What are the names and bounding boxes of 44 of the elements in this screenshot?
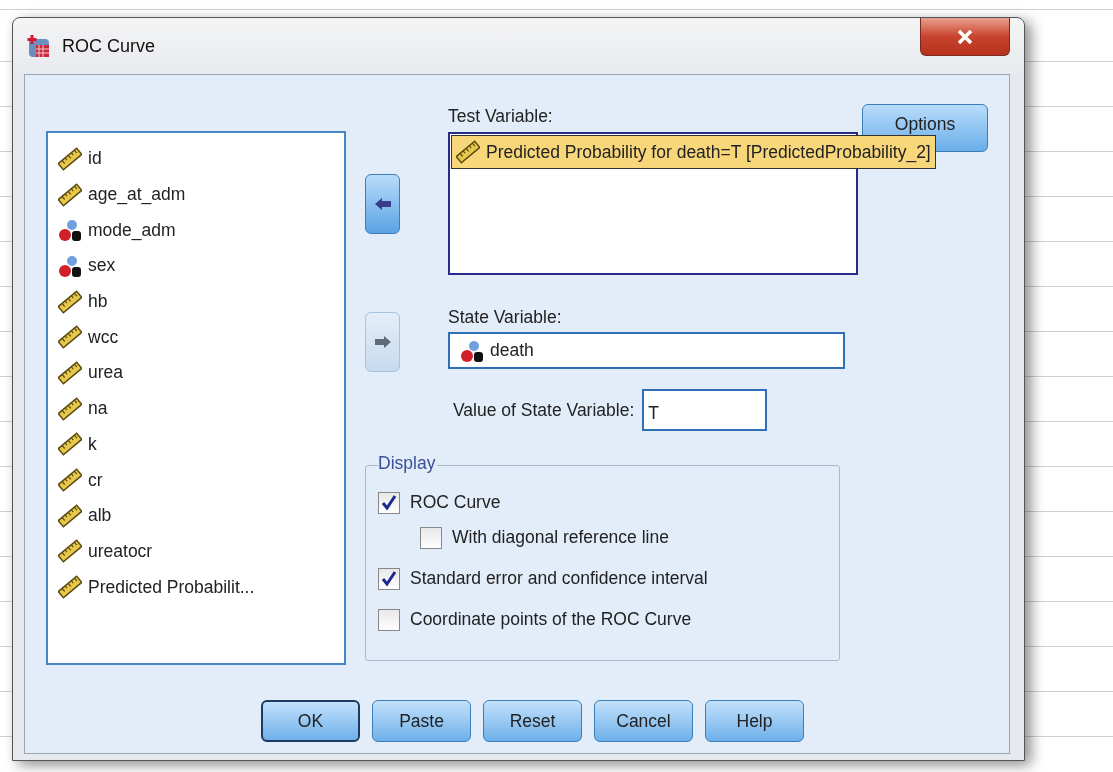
variable-item[interactable]: urea — [58, 355, 344, 391]
checkbox[interactable] — [420, 526, 442, 549]
arrow-icon — [373, 197, 392, 211]
arrow-icon — [373, 335, 392, 349]
checkbox[interactable] — [378, 567, 400, 590]
dialog-button[interactable]: Cancel — [594, 700, 693, 742]
checkmark-icon — [380, 493, 398, 512]
close-button[interactable] — [920, 18, 1010, 56]
checkbox[interactable] — [378, 491, 400, 514]
circles-icon — [58, 253, 82, 278]
checkbox-label[interactable]: With diagonal reference line — [452, 527, 669, 548]
dialog-button[interactable]: OK — [261, 700, 360, 742]
display-group-title: Display — [378, 453, 438, 474]
variable-item[interactable]: na — [58, 390, 344, 427]
variable-item[interactable]: mode_adm — [58, 212, 344, 249]
variable-item[interactable]: sex — [58, 248, 344, 284]
state-variable-field[interactable]: death — [448, 332, 845, 369]
variable-item[interactable]: k — [58, 426, 344, 463]
checkmark-icon — [380, 569, 398, 588]
state-value-field[interactable]: T — [642, 389, 768, 431]
state-value-label: Value of State Variable: — [453, 399, 635, 422]
circles-icon — [460, 338, 484, 363]
variable-item[interactable]: age_at_adm — [58, 176, 344, 213]
dialog-button[interactable]: Help — [705, 700, 804, 742]
variable-item[interactable]: Predicted Probabilit... — [58, 569, 344, 605]
variable-item[interactable]: alb — [58, 497, 344, 534]
checkbox-label[interactable]: ROC Curve — [410, 492, 501, 513]
checkbox-label[interactable]: Standard error and confidence interval — [410, 568, 708, 589]
checkbox[interactable] — [378, 608, 400, 631]
checkbox-label[interactable]: Coordinate points of the ROC Curve — [410, 609, 692, 630]
variable-item[interactable]: cr — [58, 462, 344, 498]
close-icon — [955, 28, 975, 45]
state-variable-label: State Variable: — [448, 306, 562, 329]
variable-item[interactable]: wcc — [58, 319, 344, 356]
circles-icon — [58, 218, 82, 243]
dialog-button[interactable]: Reset — [483, 700, 582, 742]
test-variable-label: Test Variable: — [448, 105, 553, 128]
variable-item[interactable]: id — [58, 141, 344, 177]
table-icon — [26, 33, 52, 59]
dialog-button[interactable]: Paste — [372, 700, 471, 742]
window-title: ROC Curve — [62, 35, 155, 57]
variable-item[interactable]: ureatocr — [58, 533, 344, 570]
variable-item[interactable]: hb — [58, 283, 344, 320]
move-arrow-button[interactable] — [365, 174, 400, 234]
